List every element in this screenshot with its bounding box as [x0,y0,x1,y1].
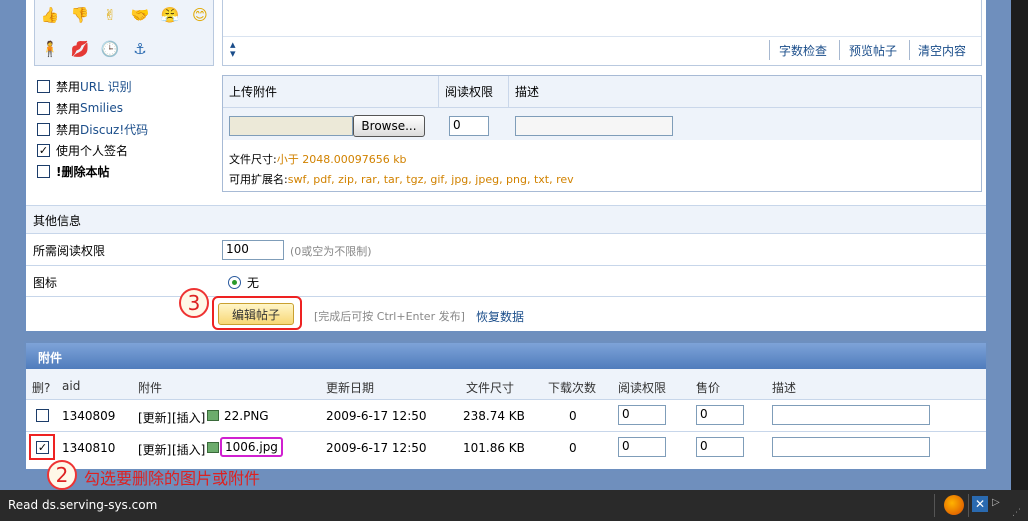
clock-icon[interactable]: 🕒 [99,38,121,60]
option-disable-smilies[interactable]: 禁用 Smilies [37,99,123,117]
col-aid: aid [62,379,81,393]
addon-x-icon[interactable]: ✕ [972,496,988,512]
preview-post-button[interactable]: 预览帖子 [849,42,897,59]
play-arrow-icon[interactable]: ▷ [992,497,1000,508]
handshake-icon[interactable]: 🤝 [129,4,151,26]
col-size: 文件尺寸 [466,381,515,395]
delete-checkbox-checked[interactable]: ✓ [36,441,49,454]
page-scrollbar[interactable] [1011,0,1028,490]
row-perm-input[interactable]: 0 [618,437,666,457]
victory-icon[interactable]: ✌ [99,4,121,26]
browse-button[interactable]: Browse... [353,115,425,137]
perm-header: 阅读权限 [439,76,509,108]
image-file-icon [207,442,219,453]
resize-grip-icon[interactable]: ⋰ [1012,508,1021,518]
icon-none-option[interactable]: 无 [228,274,259,291]
file-link[interactable]: 22.PNG [224,409,269,423]
clear-content-button[interactable]: 清空内容 [918,42,966,59]
update-link[interactable]: [更新] [138,441,171,458]
thumbs-down-icon[interactable]: 👎 [69,4,91,26]
checkbox[interactable] [37,122,50,136]
edit-post-button[interactable]: 编辑帖子 [218,303,294,325]
smile-face-icon[interactable]: 😊 [189,4,211,26]
person-icon[interactable]: 🧍 [39,38,61,60]
col-attachment: 附件 [138,381,163,395]
insert-link[interactable]: [插入] [172,409,205,426]
option-disable-url[interactable]: 禁用 URL 识别 [37,77,132,95]
editor-area[interactable]: ▴ ▾ 字数检查 预览帖子 清空内容 [222,0,982,66]
annotation-hint: 勾选要删除的图片或附件 [84,469,261,488]
table-row: ✓ 1340810 [更新] [插入] 1006.jpg 2009-6-17 1… [26,432,986,463]
upload-perm-input[interactable]: 0 [449,116,489,136]
table-row: 1340809 [更新] [插入] 22.PNG 2009-6-17 12:50… [26,400,986,431]
thumbs-up-icon[interactable]: 👍 [39,4,61,26]
checkbox[interactable] [37,164,50,178]
perm-hint: (0或空为不限制) [290,245,372,258]
desc-header: 描述 [509,76,981,108]
file-link[interactable]: 1006.jpg [220,437,283,457]
col-price: 售价 [696,381,721,395]
anchor-icon[interactable]: ⚓ [129,38,151,60]
other-info-title: 其他信息 [33,214,82,228]
update-link[interactable]: [更新] [138,409,171,426]
lips-icon[interactable]: 💋 [69,38,91,60]
size-info: 文件尺寸:小于 2048.00097656 kb [229,153,407,166]
annotation-3: 3 [179,288,209,318]
option-delete-post[interactable]: !删除本帖 [37,162,109,180]
firefox-icon[interactable] [944,495,964,515]
row-desc-input[interactable] [772,405,930,425]
col-downloads: 下载次数 [548,381,597,395]
col-perm: 阅读权限 [618,381,667,395]
restore-data-link[interactable]: 恢复数据 [476,308,524,325]
row-price-input[interactable]: 0 [696,405,744,425]
attachments-title: 附件 [26,343,986,369]
delete-checkbox[interactable] [36,409,49,422]
row-perm-input[interactable]: 0 [618,405,666,425]
perm-label: 所需阅读权限 [33,244,106,258]
col-delete: 删? [32,381,51,395]
upload-panel: 上传附件 阅读权限 描述 Browse... 0 文件尺寸:小于 2048.00… [222,75,982,192]
extension-info: 可用扩展名:swf, pdf, zip, rar, tar, tgz, gif,… [229,173,574,186]
status-text: Read ds.serving-sys.com [8,498,158,512]
insert-link[interactable]: [插入] [172,441,205,458]
angry-face-icon[interactable]: 😤 [159,4,181,26]
attachments-box: 附件 删? aid 附件 更新日期 文件尺寸 下载次数 阅读权限 售价 描述 1… [24,341,988,471]
annotation-2: 2 [47,460,77,490]
image-file-icon [207,410,219,421]
row-desc-input[interactable] [772,437,930,457]
status-bar: Read ds.serving-sys.com ✕ ▷ ⋰ [0,490,1028,521]
upload-desc-input[interactable] [515,116,673,136]
post-form: 👍 👎 ✌ 🤝 😤 😊 🧍 💋 🕒 ⚓ ▴ ▾ 字数检查 预览帖子 清空内容 禁用… [24,0,988,333]
read-perm-input[interactable]: 100 [222,240,284,260]
upload-header: 上传附件 [223,76,439,108]
col-date: 更新日期 [326,381,375,395]
icon-label: 图标 [33,276,58,290]
resize-arrows-icon[interactable]: ▴ ▾ [230,39,236,59]
char-check-button[interactable]: 字数检查 [779,42,827,59]
submit-hint: [完成后可按 Ctrl+Enter 发布] [314,310,465,323]
option-disable-discuz-code[interactable]: 禁用 Discuz!代码 [37,120,148,138]
checkbox-checked[interactable]: ✓ [37,143,50,157]
checkbox[interactable] [37,79,50,93]
row-price-input[interactable]: 0 [696,437,744,457]
option-use-signature[interactable]: ✓ 使用个人签名 [37,141,128,159]
checkbox[interactable] [37,101,50,115]
radio-selected-icon[interactable] [228,276,241,289]
col-desc: 描述 [772,381,797,395]
emoticon-panel: 👍 👎 ✌ 🤝 😤 😊 🧍 💋 🕒 ⚓ [34,0,214,66]
file-path-field[interactable] [229,116,353,136]
